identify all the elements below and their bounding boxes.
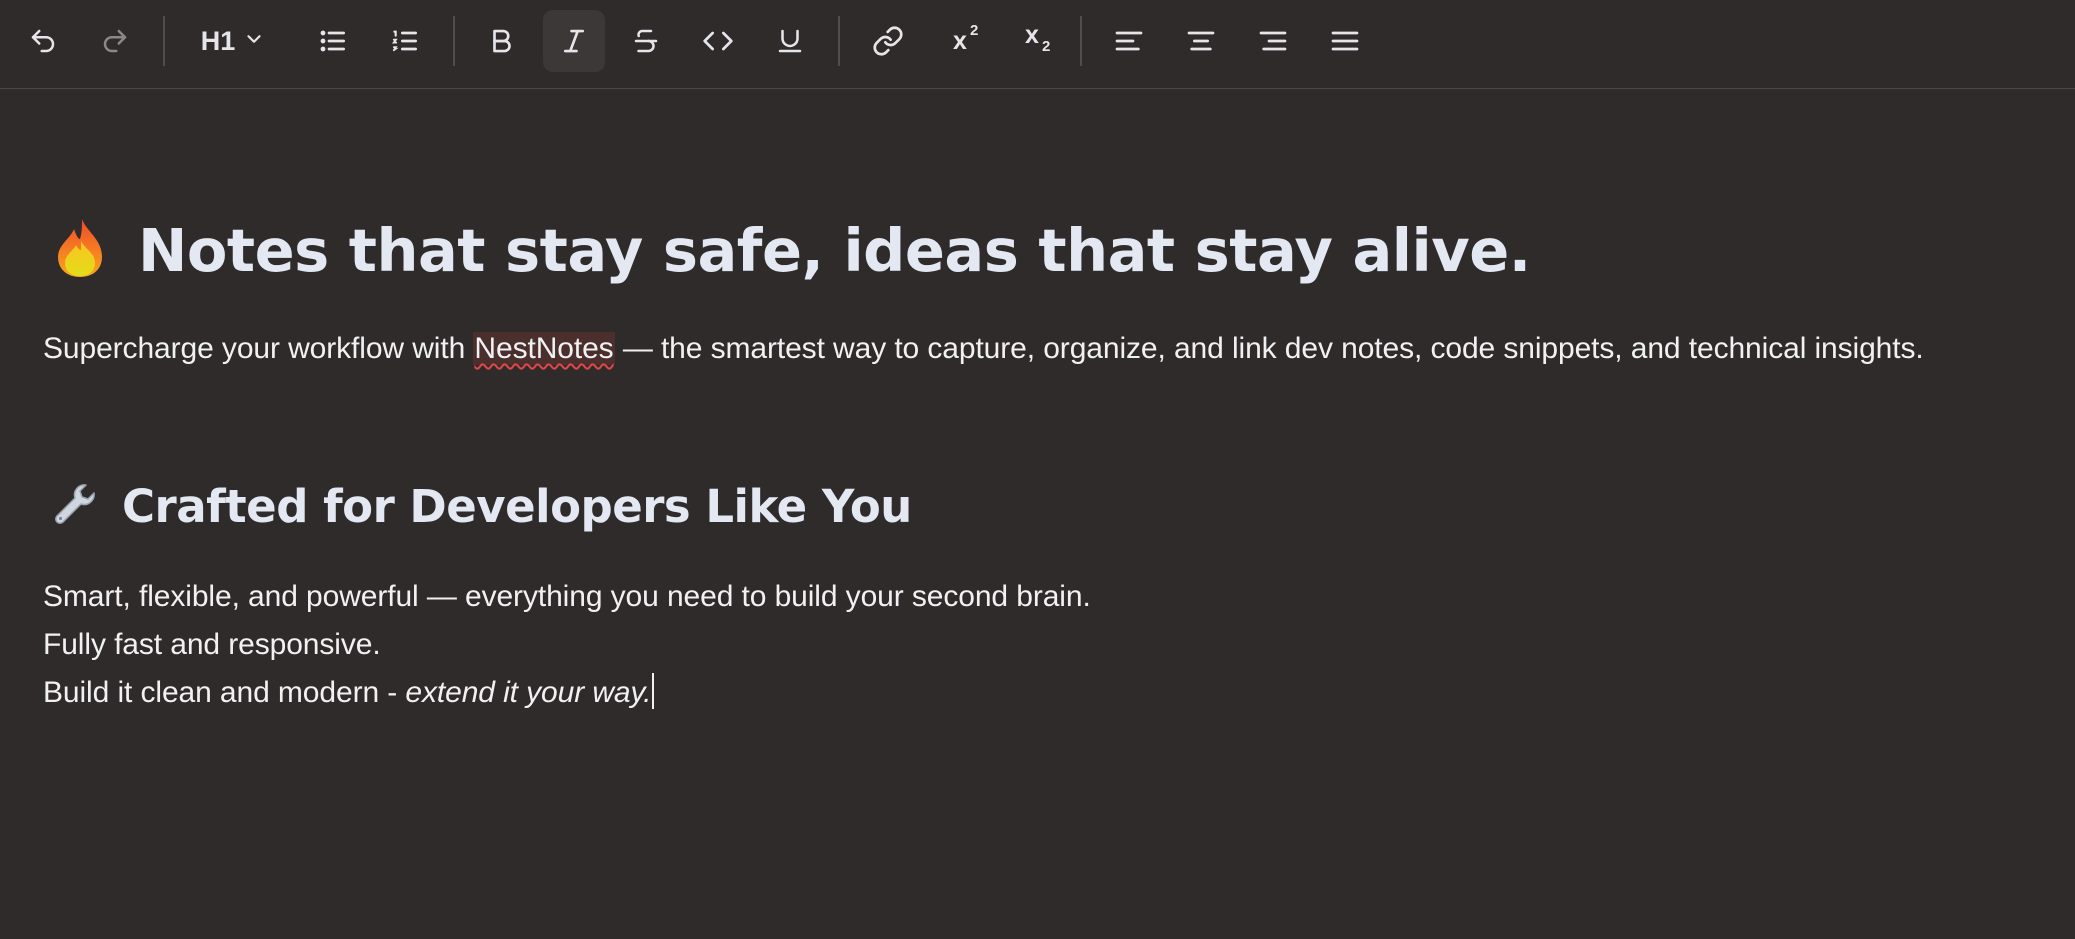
editor-toolbar: H1 x 2 x 2 — [0, 0, 2075, 89]
intro-text-after: — the smartest way to capture, organize,… — [614, 332, 1924, 365]
heading-1[interactable]: Notes that stay safe, ideas that stay al… — [52, 216, 1531, 285]
italic-text: extend it your way. — [405, 676, 652, 709]
align-center-icon — [1185, 25, 1217, 57]
align-right-button[interactable] — [1242, 10, 1304, 72]
text-caret — [652, 673, 655, 709]
plain-text: Build it clean and modern - — [43, 676, 406, 709]
heading-2[interactable]: Crafted for Developers Like You — [52, 480, 912, 533]
link-button[interactable] — [857, 10, 919, 72]
bullet-list-icon — [317, 25, 349, 57]
code-icon — [702, 25, 734, 57]
heading-2-text: Crafted for Developers Like You — [122, 480, 912, 533]
link-icon — [872, 25, 904, 57]
toolbar-divider — [453, 16, 455, 66]
strikethrough-icon — [631, 26, 661, 56]
italic-button[interactable] — [543, 10, 605, 72]
align-right-icon — [1257, 25, 1289, 57]
bold-button[interactable] — [471, 10, 533, 72]
wrench-icon — [52, 481, 98, 532]
paragraph-line[interactable]: Smart, flexible, and powerful — everythi… — [43, 573, 1091, 621]
ordered-list-button[interactable] — [374, 10, 436, 72]
spellcheck-highlight[interactable]: NestNotes — [473, 332, 615, 365]
subscript-icon: x2 — [1025, 20, 1051, 55]
superscript-button[interactable]: x2 — [929, 10, 991, 72]
editor-content[interactable]: Notes that stay safe, ideas that stay al… — [0, 89, 2075, 939]
ordered-list-icon — [389, 25, 421, 57]
toolbar-divider — [1080, 16, 1082, 66]
heading-level-dropdown[interactable]: H1 — [188, 10, 278, 72]
bullet-list-button[interactable] — [302, 10, 364, 72]
heading-level-label: H1 — [200, 25, 236, 56]
toolbar-divider — [838, 16, 840, 66]
superscript-icon: x2 — [953, 21, 979, 55]
undo-button[interactable] — [12, 10, 74, 72]
toolbar-divider — [163, 16, 165, 66]
underline-icon — [775, 26, 805, 56]
code-button[interactable] — [687, 10, 749, 72]
align-center-button[interactable] — [1170, 10, 1232, 72]
align-justify-button[interactable] — [1314, 10, 1376, 72]
paragraph-line[interactable]: Build it clean and modern - extend it yo… — [43, 669, 655, 717]
intro-text-before: Supercharge your workflow with — [43, 332, 474, 365]
align-justify-icon — [1329, 25, 1361, 57]
redo-icon — [100, 26, 130, 56]
italic-icon — [559, 26, 589, 56]
underline-button[interactable] — [759, 10, 821, 72]
strikethrough-button[interactable] — [615, 10, 677, 72]
chevron-down-icon — [243, 26, 265, 57]
fire-icon — [52, 217, 108, 284]
undo-icon — [28, 26, 58, 56]
align-left-icon — [1113, 25, 1145, 57]
paragraph-line[interactable]: Fully fast and responsive. — [43, 621, 381, 669]
intro-paragraph[interactable]: Supercharge your workflow with NestNotes… — [43, 325, 1924, 373]
subscript-button[interactable]: x2 — [1001, 10, 1063, 72]
heading-1-text: Notes that stay safe, ideas that stay al… — [138, 216, 1531, 285]
align-left-button[interactable] — [1098, 10, 1160, 72]
redo-button[interactable] — [84, 10, 146, 72]
bold-icon — [487, 26, 517, 56]
